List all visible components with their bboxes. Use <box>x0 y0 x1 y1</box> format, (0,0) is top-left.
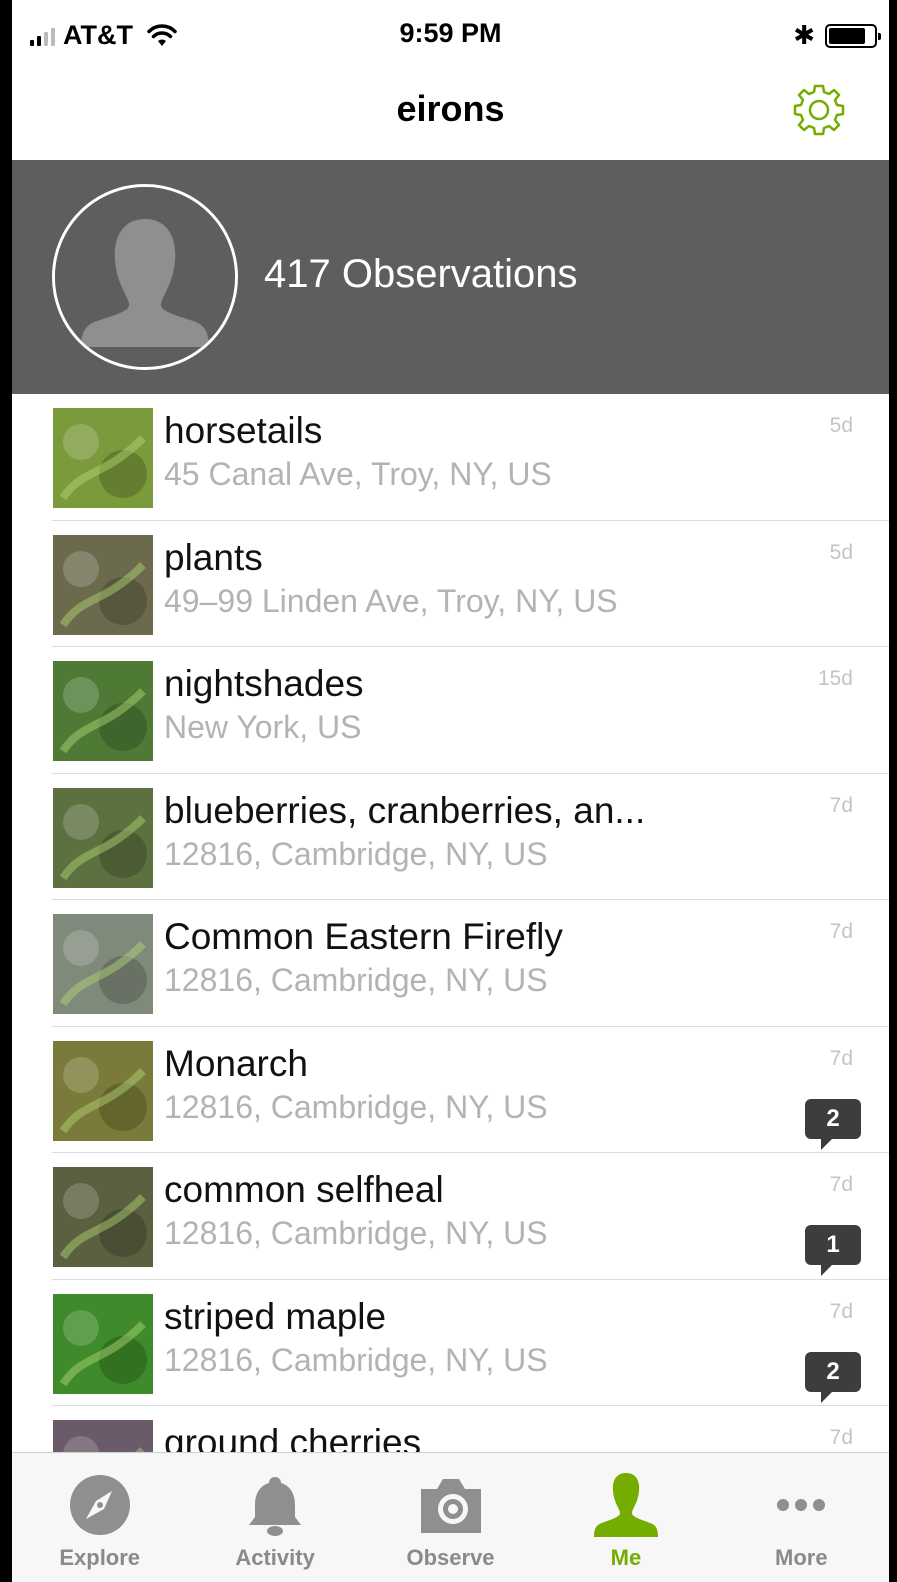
observation-row[interactable]: common selfheal 12816, Cambridge, NY, US 7… <box>52 1153 889 1280</box>
observation-place: 12816, Cambridge, NY, US <box>164 835 548 872</box>
observation-age: 15d <box>817 667 853 690</box>
observation-title: common selfheal <box>164 1169 444 1210</box>
person-icon <box>590 1469 662 1541</box>
tab-label: Activity <box>235 1545 315 1570</box>
observations-count: 417 Observations <box>264 252 578 296</box>
observation-title: Common Eastern Firefly <box>164 916 563 957</box>
observation-thumbnail <box>53 787 153 888</box>
observation-row[interactable]: plants 49–99 Linden Ave, Troy, NY, US 5d <box>52 521 889 647</box>
observation-row[interactable]: horsetails 45 Canal Ave, Troy, NY, US 5d <box>52 394 889 521</box>
observation-thumbnail <box>53 914 153 1014</box>
page-title: eirons <box>396 88 505 129</box>
gear-icon[interactable] <box>789 80 849 140</box>
tab-label: Me <box>610 1545 642 1570</box>
observation-title: striped maple <box>164 1295 387 1337</box>
observation-age: 7d <box>829 1426 853 1449</box>
tab-more[interactable]: More <box>714 1453 889 1582</box>
camera-icon <box>415 1469 487 1541</box>
observation-title: nightshades <box>164 663 364 704</box>
observation-age: 5d <box>829 540 853 564</box>
avatar[interactable] <box>52 184 238 370</box>
observation-thumbnail <box>53 1040 153 1141</box>
compass-icon <box>64 1469 136 1541</box>
observation-place: 45 Canal Ave, Troy, NY, US <box>164 456 552 492</box>
observation-place: New York, US <box>164 709 362 745</box>
observation-row[interactable]: blueberries, cranberries, an... 12816, Ca… <box>52 774 889 900</box>
observations-list: horsetails 45 Canal Ave, Troy, NY, US 5d pl… <box>12 394 889 1533</box>
comment-count-badge: 1 <box>805 1225 861 1276</box>
nav-bar: eirons <box>12 68 889 160</box>
tab-label: More <box>775 1545 828 1570</box>
tab-label: Observe <box>406 1545 495 1570</box>
observation-thumbnail <box>53 408 153 508</box>
status-right: ✱ <box>793 20 881 51</box>
observation-thumbnail <box>53 1293 153 1394</box>
observation-thumbnail <box>53 661 153 761</box>
observation-place: 12816, Cambridge, NY, US <box>164 1088 548 1125</box>
observation-title: plants <box>164 536 263 578</box>
observation-place: 12816, Cambridge, NY, US <box>164 1341 548 1378</box>
observation-thumbnail <box>53 1167 153 1267</box>
observation-row[interactable]: striped maple 12816, Cambridge, NY, US 7d 2 <box>52 1280 889 1406</box>
profile-header: 417 Observations <box>12 160 889 394</box>
screen: AT&T 9:59 PM ✱ eirons 417 Observations h… <box>12 0 889 1582</box>
clock: 9:59 PM <box>399 18 502 48</box>
battery-icon <box>825 23 881 48</box>
tab-me[interactable]: Me <box>538 1453 713 1582</box>
observation-row[interactable]: Monarch 12816, Cambridge, NY, US 7d 2 <box>52 1027 889 1153</box>
observation-place: 12816, Cambridge, NY, US <box>164 1215 548 1251</box>
tab-explore[interactable]: Explore <box>12 1453 187 1582</box>
bluetooth-icon: ✱ <box>793 20 815 50</box>
observation-place: 49–99 Linden Ave, Troy, NY, US <box>164 582 618 619</box>
observation-title: Monarch <box>164 1042 308 1084</box>
tab-observe[interactable]: Observe <box>363 1453 538 1582</box>
observation-age: 7d <box>829 1299 853 1323</box>
observation-thumbnail <box>53 534 153 635</box>
observation-age: 7d <box>829 1173 853 1196</box>
tab-label: Explore <box>59 1545 141 1570</box>
comment-count-badge: 2 <box>805 1351 861 1403</box>
comment-count-badge: 2 <box>805 1098 861 1150</box>
observation-title: blueberries, cranberries, an... <box>164 789 646 831</box>
status-bar: AT&T 9:59 PM ✱ <box>12 0 889 68</box>
observation-age: 5d <box>829 414 853 437</box>
tab-activity[interactable]: Activity <box>187 1453 362 1582</box>
observation-age: 7d <box>829 793 853 817</box>
observation-title: horsetails <box>164 410 323 451</box>
person-silhouette-icon <box>55 187 235 367</box>
observation-row[interactable]: Common Eastern Firefly 12816, Cambridge, … <box>52 900 889 1027</box>
observation-place: 12816, Cambridge, NY, US <box>164 962 548 998</box>
tab-bar: Explore Activity Observe Me More <box>12 1452 889 1582</box>
bell-icon <box>239 1469 311 1541</box>
observation-age: 7d <box>829 920 853 943</box>
observation-row[interactable]: nightshades New York, US 15d <box>52 647 889 774</box>
observation-age: 7d <box>829 1046 853 1070</box>
ellipsis-icon <box>765 1469 837 1541</box>
